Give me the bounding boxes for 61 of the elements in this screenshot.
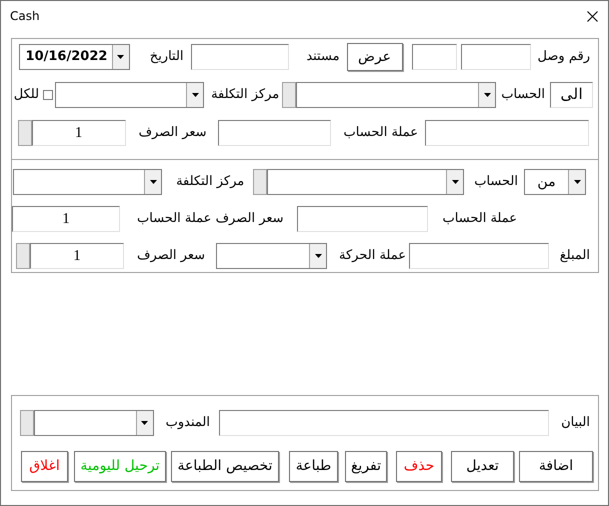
text-field[interactable] — [425, 120, 589, 146]
dropdown-arrow-icon — [314, 254, 322, 258]
close-icon[interactable] — [587, 10, 598, 22]
field-label: المبلغ — [558, 247, 591, 265]
dropdown[interactable] — [296, 82, 496, 108]
dropdown[interactable]: من — [524, 169, 586, 195]
text-field[interactable]: الى — [550, 82, 593, 108]
window-title: Cash — [10, 8, 40, 25]
spinner-handle[interactable] — [253, 169, 268, 195]
spinner-handle[interactable] — [20, 410, 34, 436]
action-button[interactable]: اغلاق — [21, 451, 68, 482]
dropdown[interactable] — [55, 82, 204, 108]
text-field[interactable]: 1 — [30, 243, 124, 269]
action-button[interactable]: تعديل — [451, 451, 514, 482]
field-label: عملة الحساب — [442, 210, 518, 228]
dropdown[interactable] — [13, 169, 162, 195]
dropdown-arrow-icon — [192, 93, 199, 97]
field-label: البيان — [560, 414, 591, 432]
dropdown-arrow-icon — [150, 180, 157, 184]
action-button[interactable]: تفريغ — [345, 451, 387, 482]
field-label: التاريخ — [148, 48, 185, 66]
field-label: المندوب — [164, 414, 211, 432]
text-field[interactable] — [409, 243, 549, 269]
field-label: مركز التكلفة — [175, 173, 246, 191]
field-label: مستند — [305, 48, 341, 66]
field-label: عملة الحساب — [342, 124, 419, 142]
date-picker[interactable]: 10/16/2022 — [18, 44, 130, 70]
dropdown-arrow-icon — [117, 55, 124, 59]
field-label: سعر الصرف — [136, 247, 206, 265]
text-field[interactable] — [219, 410, 549, 436]
field-label: سعر الصرف عملة الحساب — [136, 210, 285, 228]
text-field[interactable]: 1 — [32, 120, 126, 146]
text-field[interactable] — [460, 44, 531, 70]
dropdown[interactable] — [34, 410, 154, 436]
dropdown[interactable] — [216, 243, 328, 269]
spinner-handle[interactable] — [18, 120, 32, 146]
action-button[interactable]: اضافة — [519, 451, 593, 482]
field-label: الحساب — [473, 173, 519, 191]
view-button[interactable]: عرض — [346, 43, 403, 71]
checkbox[interactable] — [43, 90, 54, 100]
checkbox-label: للكل — [14, 86, 40, 104]
field-label: سعر الصرف — [138, 124, 208, 142]
text-field[interactable]: 1 — [12, 206, 120, 232]
dropdown-arrow-icon — [574, 180, 580, 184]
field-label: الحساب — [500, 86, 546, 104]
action-button[interactable]: حذف — [396, 451, 442, 482]
action-button[interactable]: طباعة — [289, 451, 338, 482]
text-field[interactable] — [218, 120, 331, 146]
dropdown[interactable] — [267, 169, 464, 195]
spinner-handle[interactable] — [282, 82, 296, 108]
dropdown-arrow-icon — [141, 421, 148, 425]
action-button[interactable]: تخصيص الطباعة — [171, 451, 279, 482]
dropdown-arrow-icon — [452, 180, 459, 184]
text-field[interactable] — [296, 206, 428, 232]
spinner-handle[interactable] — [16, 243, 30, 269]
dropdown-arrow-icon — [484, 93, 491, 97]
field-label: رقم وصل — [536, 48, 591, 66]
text-field[interactable] — [412, 44, 457, 70]
field-label: عملة الحركة — [338, 247, 407, 265]
field-label: مركز التكلفة — [210, 86, 280, 104]
text-field[interactable] — [190, 44, 289, 70]
